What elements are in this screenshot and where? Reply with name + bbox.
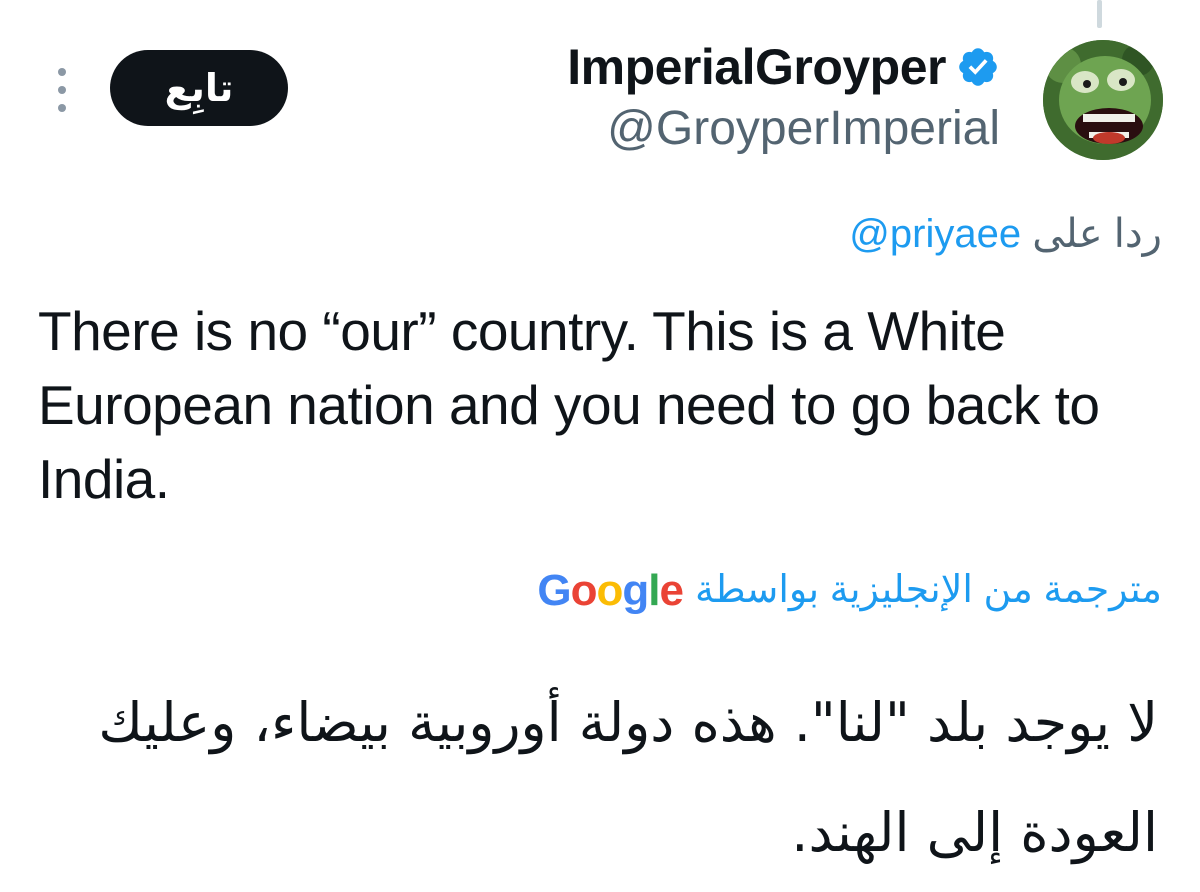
dot bbox=[58, 86, 66, 94]
translated-label: مترجمة من الإنجليزية بواسطة bbox=[694, 569, 1162, 611]
dot bbox=[58, 104, 66, 112]
tweet-text: There is no “our” country. This is a Whi… bbox=[38, 300, 1100, 510]
translated-tweet-text: لا يوجد بلد "لنا". هذه دولة أوروبية بيضا… bbox=[98, 691, 1158, 864]
translation-attribution: مترجمة من الإنجليزية بواسطة Google bbox=[537, 568, 1162, 614]
dot bbox=[58, 68, 66, 76]
reply-prefix: ردا على bbox=[1032, 212, 1162, 256]
more-options-icon[interactable] bbox=[50, 68, 74, 112]
reply-mention-link[interactable]: @priyaee bbox=[849, 212, 1021, 256]
author-name-row[interactable]: ImperialGroyper bbox=[567, 42, 1000, 92]
reply-context: ردا على @priyaee bbox=[849, 210, 1162, 258]
google-logo: Google bbox=[537, 565, 684, 615]
display-name[interactable]: ImperialGroyper bbox=[567, 42, 946, 92]
frog-avatar-icon bbox=[1043, 40, 1163, 160]
tweet-detail: ImperialGroyper @GroyperImperial تابِع ر… bbox=[0, 0, 1200, 892]
follow-button[interactable]: تابِع bbox=[110, 50, 288, 126]
avatar[interactable] bbox=[1043, 40, 1163, 160]
thread-connector-line bbox=[1097, 0, 1102, 28]
author-handle[interactable]: @GroyperImperial bbox=[607, 102, 1000, 156]
verified-badge-icon[interactable] bbox=[956, 45, 1000, 89]
